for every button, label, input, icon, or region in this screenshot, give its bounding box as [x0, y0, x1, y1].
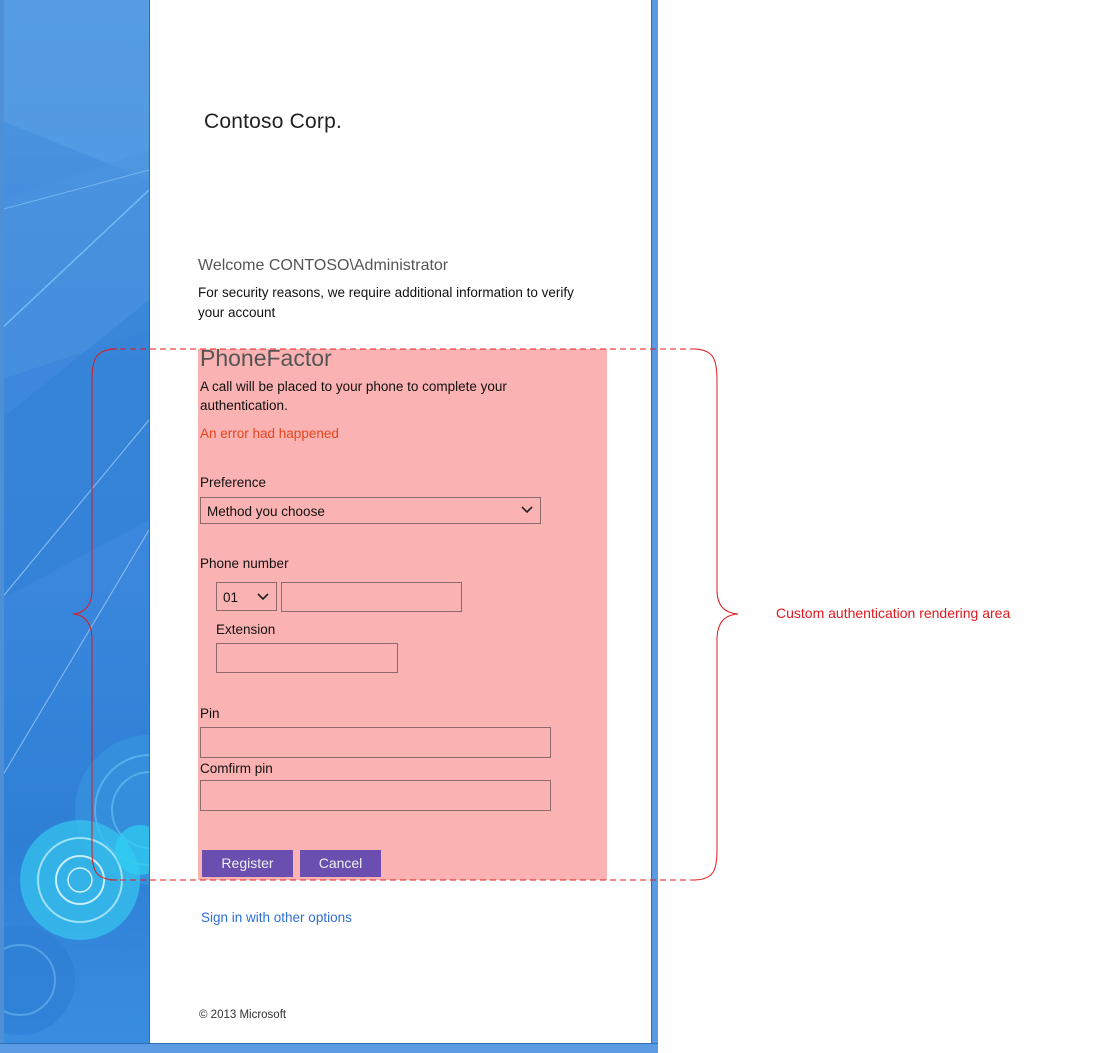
annotation-label: Custom authentication rendering area — [776, 605, 1011, 621]
annotation-right-brace — [692, 348, 739, 881]
annotation-left-brace — [72, 348, 118, 881]
annotation-overlay — [72, 348, 739, 881]
